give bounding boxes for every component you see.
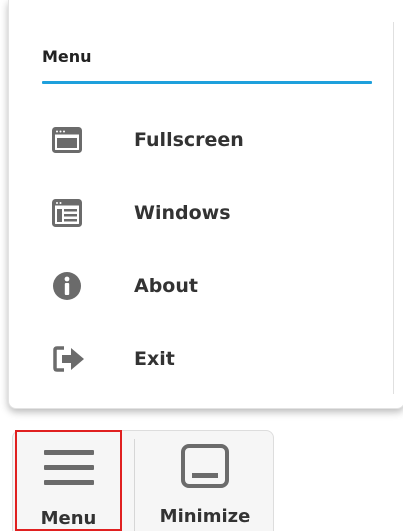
menu-item-windows-label: Windows <box>134 202 231 224</box>
info-circle-icon <box>52 268 96 304</box>
menu-item-exit[interactable]: Exit <box>42 333 372 385</box>
minimize-button[interactable]: Minimize <box>140 430 270 531</box>
menu-item-windows[interactable]: Windows <box>42 187 372 239</box>
menu-header-underline <box>42 81 372 84</box>
app-stage: Menu Fullscreen Windows About Exit Menu … <box>0 0 403 531</box>
menu-item-about[interactable]: About <box>42 260 372 312</box>
exit-arrow-icon <box>52 341 96 377</box>
minimize-button-label: Minimize <box>159 506 251 527</box>
hamburger-icon <box>43 440 94 496</box>
menu-popup: Menu Fullscreen Windows About Exit <box>8 0 403 409</box>
menu-item-exit-label: Exit <box>134 348 175 370</box>
menu-item-about-label: About <box>134 275 198 297</box>
minimize-window-icon <box>181 438 229 494</box>
menu-button[interactable]: Menu <box>15 430 122 531</box>
menu-header-title: Menu <box>42 47 92 66</box>
toolbar-divider <box>134 439 135 531</box>
menu-item-fullscreen-label: Fullscreen <box>134 129 244 151</box>
window-list-icon <box>52 195 96 231</box>
menu-item-fullscreen[interactable]: Fullscreen <box>42 114 372 166</box>
menu-scrollbar[interactable] <box>393 22 394 394</box>
fullscreen-window-icon <box>52 122 96 158</box>
menu-button-label: Menu <box>40 508 97 529</box>
